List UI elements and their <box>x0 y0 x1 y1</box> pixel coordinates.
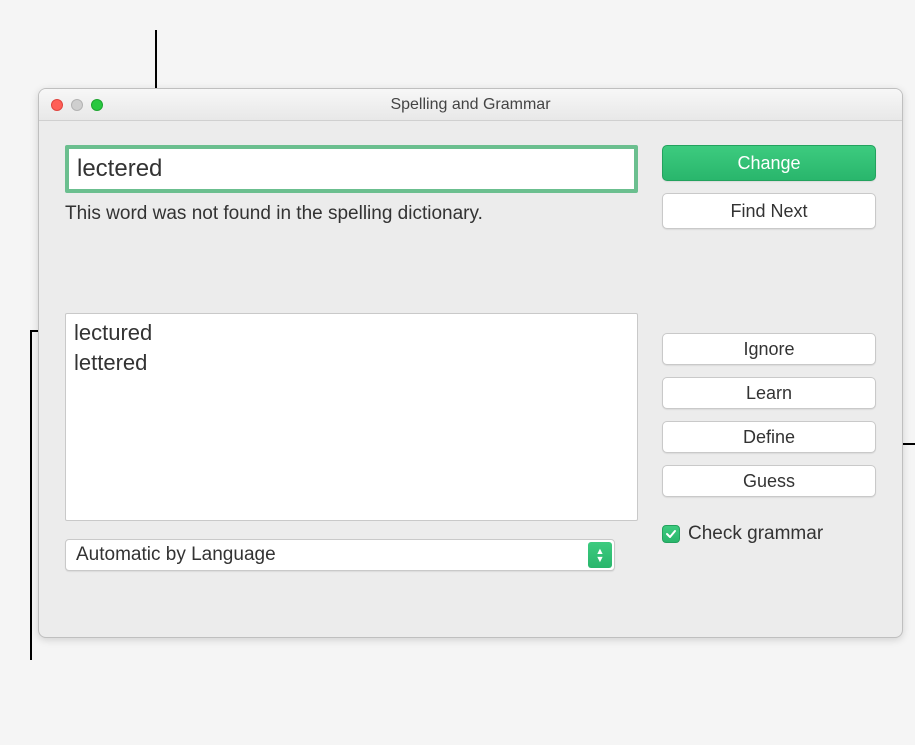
check-grammar-row: Check grammar <box>662 523 876 545</box>
checkmark-icon <box>665 528 677 540</box>
button-stack: Ignore Learn Define Guess <box>662 333 876 497</box>
check-grammar-checkbox[interactable] <box>662 525 680 543</box>
guess-button[interactable]: Guess <box>662 465 876 497</box>
traffic-lights <box>39 99 103 111</box>
callout-line <box>30 330 32 660</box>
spacer <box>662 229 876 333</box>
maximize-window-icon[interactable] <box>91 99 103 111</box>
language-select[interactable]: Automatic by Language ▲▼ <box>65 539 615 571</box>
window-title: Spelling and Grammar <box>39 96 902 114</box>
misspelled-word-input[interactable] <box>65 145 638 193</box>
learn-button[interactable]: Learn <box>662 377 876 409</box>
titlebar: Spelling and Grammar <box>39 89 902 121</box>
suggestions-list[interactable]: lectured lettered <box>65 313 638 521</box>
minimize-window-icon[interactable] <box>71 99 83 111</box>
change-button[interactable]: Change <box>662 145 876 181</box>
check-grammar-label: Check grammar <box>688 523 823 545</box>
spelling-grammar-window: Spelling and Grammar This word was not f… <box>38 88 903 638</box>
left-column: This word was not found in the spelling … <box>65 145 638 571</box>
suggestion-item[interactable]: lettered <box>74 348 629 378</box>
spacer <box>65 225 638 313</box>
define-button[interactable]: Define <box>662 421 876 453</box>
content-area: This word was not found in the spelling … <box>39 121 902 591</box>
right-column: Change Find Next Ignore Learn Define Gue… <box>662 145 876 571</box>
suggestion-item[interactable]: lectured <box>74 318 629 348</box>
ignore-button[interactable]: Ignore <box>662 333 876 365</box>
language-select-value: Automatic by Language <box>76 544 276 566</box>
find-next-button[interactable]: Find Next <box>662 193 876 229</box>
close-window-icon[interactable] <box>51 99 63 111</box>
status-message: This word was not found in the spelling … <box>65 203 638 225</box>
updown-arrows-icon: ▲▼ <box>588 542 612 568</box>
